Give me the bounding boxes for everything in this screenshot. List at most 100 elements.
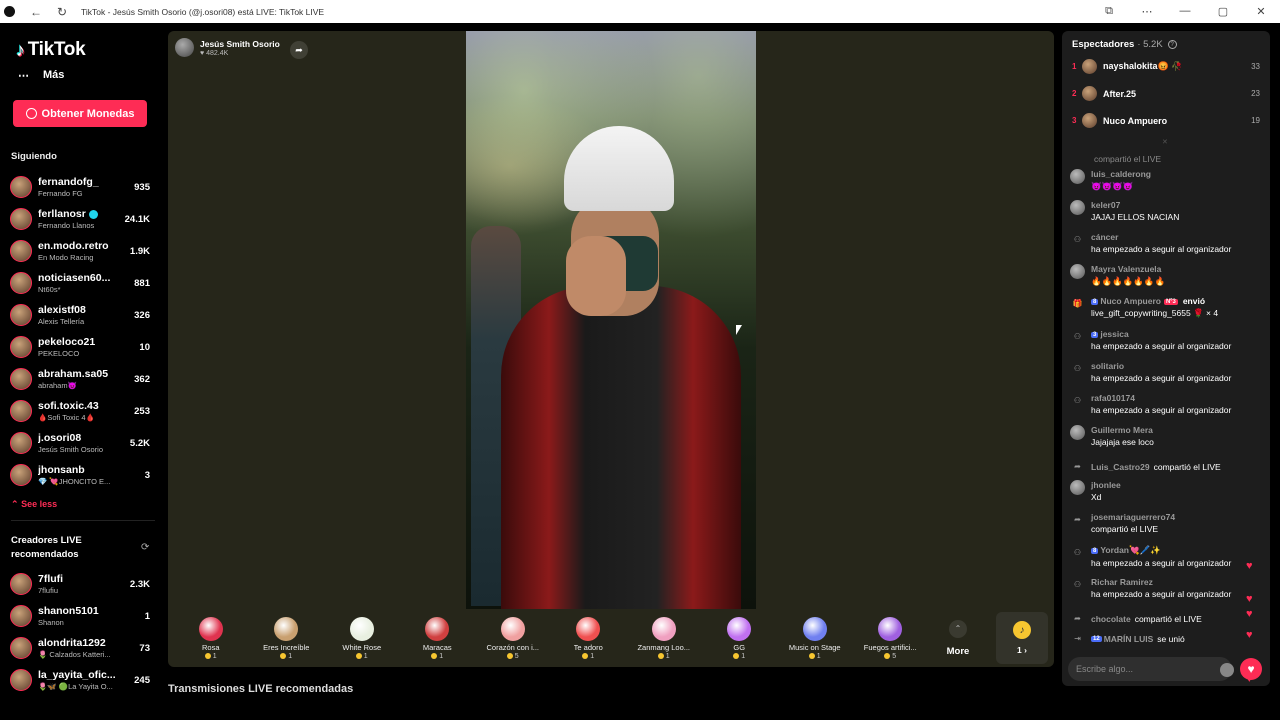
avatar[interactable] <box>10 336 32 358</box>
gift-icon <box>878 616 903 641</box>
avatar[interactable] <box>10 176 32 198</box>
gift-icon <box>425 616 450 641</box>
recommended-item[interactable]: la_yayita_ofic... 🌷🦋 🟢La Yayita O... 245 <box>0 664 160 696</box>
gift-item[interactable]: Fuegos artifici... 5 <box>853 616 929 660</box>
following-item[interactable]: noticiasen60... Nt60s* 881 <box>0 267 160 299</box>
more-options-icon[interactable]: ⋯ <box>1128 5 1166 18</box>
gift-item[interactable]: Te adoro 1 <box>551 616 627 660</box>
app-menu-icon[interactable]: ⧉ <box>1090 5 1128 18</box>
avatar[interactable] <box>1082 59 1097 74</box>
avatar[interactable] <box>10 208 32 230</box>
recommended-item[interactable]: 7flufi 7flufiu 2.3K <box>0 568 160 600</box>
top-viewer-row[interactable]: 1 nayshalokita😡 🥀 33 <box>1062 53 1270 80</box>
avatar[interactable] <box>10 669 32 691</box>
avatar[interactable] <box>1070 480 1085 495</box>
chat-input[interactable] <box>1068 656 1232 681</box>
chat-username[interactable]: solitario <box>1091 361 1231 371</box>
gift-icon <box>651 616 676 641</box>
recommended-item[interactable]: shanon5101 Shanon 1 <box>0 600 160 632</box>
following-item[interactable]: pekeloco21 PEKELOCO 10 <box>0 331 160 363</box>
spectators-header[interactable]: Espectadores · 5.2K ? <box>1072 39 1177 50</box>
chat-username[interactable]: chocolate <box>1091 614 1131 624</box>
minimize-button[interactable]: — <box>1166 5 1204 18</box>
chat-username[interactable]: 8 Yordan💘🖊️✨ <box>1091 545 1231 556</box>
following-item[interactable]: j.osori08 Jesús Smith Osorio 5.2K <box>0 427 160 459</box>
refresh-icon[interactable]: ↻ <box>49 5 75 19</box>
gift-item[interactable]: Rosa 1 <box>173 616 249 660</box>
avatar[interactable] <box>1070 169 1085 184</box>
chat-username[interactable]: Guillermo Mera <box>1091 425 1154 435</box>
chat-username[interactable]: 3 jessica <box>1091 329 1231 339</box>
top-viewer-row[interactable]: 2 After.25 23 <box>1062 80 1270 107</box>
following-item[interactable]: en.modo.retro En Modo Racing 1.9K <box>0 235 160 267</box>
following-item[interactable]: alexistf08 Alexis Tellería 326 <box>0 299 160 331</box>
viewer-count: 2.3K <box>129 578 150 590</box>
avatar[interactable] <box>10 464 32 486</box>
top-viewer-row[interactable]: 3 Nuco Ampuero 19 <box>1062 107 1270 134</box>
tiktok-logo[interactable]: ♪ TikTok <box>16 39 86 61</box>
chat-username[interactable]: 12 MARÍN LUIS <box>1091 634 1153 644</box>
see-less-link[interactable]: ⌃ See less <box>11 499 57 510</box>
viewer-count: 935 <box>134 181 150 193</box>
streamer-avatar[interactable] <box>175 38 194 57</box>
stream-likes: ♥ 482.4K <box>200 49 229 57</box>
chat-message-text: ha empezado a seguir al organizador <box>1091 341 1232 351</box>
chat-username[interactable]: luis_calderong <box>1091 169 1151 179</box>
avatar[interactable] <box>10 400 32 422</box>
chat-username[interactable]: josemariaguerrero74 <box>1091 512 1175 522</box>
person-plus-icon: ⚇ <box>1073 332 1082 341</box>
gift-item[interactable]: Eres Increíble 1 <box>249 616 325 660</box>
following-item[interactable]: fernandofg_ Fernando FG 935 <box>0 171 160 203</box>
chat-username[interactable]: 8 Nuco Ampuero Nº3 envió <box>1091 296 1218 306</box>
avatar[interactable] <box>10 304 32 326</box>
share-icon[interactable]: ➦ <box>290 41 308 59</box>
close-button[interactable]: ✕ <box>1242 5 1280 18</box>
avatar[interactable] <box>10 240 32 262</box>
get-coins-button[interactable]: Obtener Monedas <box>13 100 147 127</box>
floating-heart-icon: ♥ <box>1246 608 1253 620</box>
chat-username[interactable]: Mayra Valenzuela <box>1091 264 1165 274</box>
avatar[interactable] <box>10 368 32 390</box>
avatar[interactable] <box>1070 425 1085 440</box>
avatar[interactable] <box>1082 113 1097 128</box>
avatar[interactable] <box>1070 200 1085 215</box>
gift-item[interactable]: GG 1 <box>702 616 778 660</box>
live-video[interactable] <box>466 31 756 609</box>
collapse-icon[interactable]: ✕ <box>1162 138 1168 146</box>
avatar[interactable] <box>10 605 32 627</box>
streamer-name[interactable]: Jesús Smith Osorio <box>200 39 280 49</box>
avatar[interactable] <box>10 637 32 659</box>
avatar[interactable] <box>1082 86 1097 101</box>
chat-username[interactable]: rafa010174 <box>1091 393 1231 403</box>
chat-username[interactable]: Richar Ramirez <box>1091 577 1231 587</box>
following-item[interactable]: abraham.sa05 abraham😈 362 <box>0 363 160 395</box>
like-heart-button[interactable]: ♥ <box>1240 657 1262 680</box>
gift-item[interactable]: Corazón con i... 5 <box>475 616 551 660</box>
following-item[interactable]: jhonsanb 💎 💘JHONCITO E... 3 <box>0 459 160 491</box>
info-icon[interactable]: ? <box>1167 40 1177 49</box>
more-gifts-button[interactable]: ⌃ More <box>928 619 988 657</box>
recommended-item[interactable]: alondrita1292 🌷 Calzados Katteri... 73 <box>0 632 160 664</box>
recommended-text: 7flufi 7flufiu <box>38 573 128 595</box>
chat-username[interactable]: jhonlee <box>1091 480 1121 490</box>
avatar[interactable] <box>10 272 32 294</box>
more-menu[interactable]: ⋯ Más <box>18 69 64 82</box>
chat-username[interactable]: cáncer <box>1091 232 1231 242</box>
following-item[interactable]: ferllanosr Fernando Llanos 24.1K <box>0 203 160 235</box>
back-arrow-icon[interactable]: ← <box>23 5 49 19</box>
gift-item[interactable]: White Rose 1 <box>324 616 400 660</box>
emoji-icon[interactable] <box>1220 662 1234 677</box>
avatar[interactable] <box>1070 264 1085 279</box>
chat-username[interactable]: Luis_Castro29 <box>1091 462 1150 472</box>
coin-wallet-button[interactable]: ♪ 1 › <box>996 612 1048 664</box>
streamer-info[interactable]: Jesús Smith Osorio ♥ 482.4K <box>175 38 280 57</box>
gift-item[interactable]: Maracas 1 <box>400 616 476 660</box>
refresh-recommended-icon[interactable]: ⟳ <box>141 542 149 553</box>
gift-item[interactable]: Zanmang Loo... 1 <box>626 616 702 660</box>
maximize-button[interactable]: ▢ <box>1204 5 1242 18</box>
avatar[interactable] <box>10 573 32 595</box>
gift-item[interactable]: Music on Stage 1 <box>777 616 853 660</box>
following-item[interactable]: sofi.toxic.43 🩸Sofi Toxic 4🩸 253 <box>0 395 160 427</box>
chat-username[interactable]: keler07 <box>1091 200 1179 210</box>
avatar[interactable] <box>10 432 32 454</box>
